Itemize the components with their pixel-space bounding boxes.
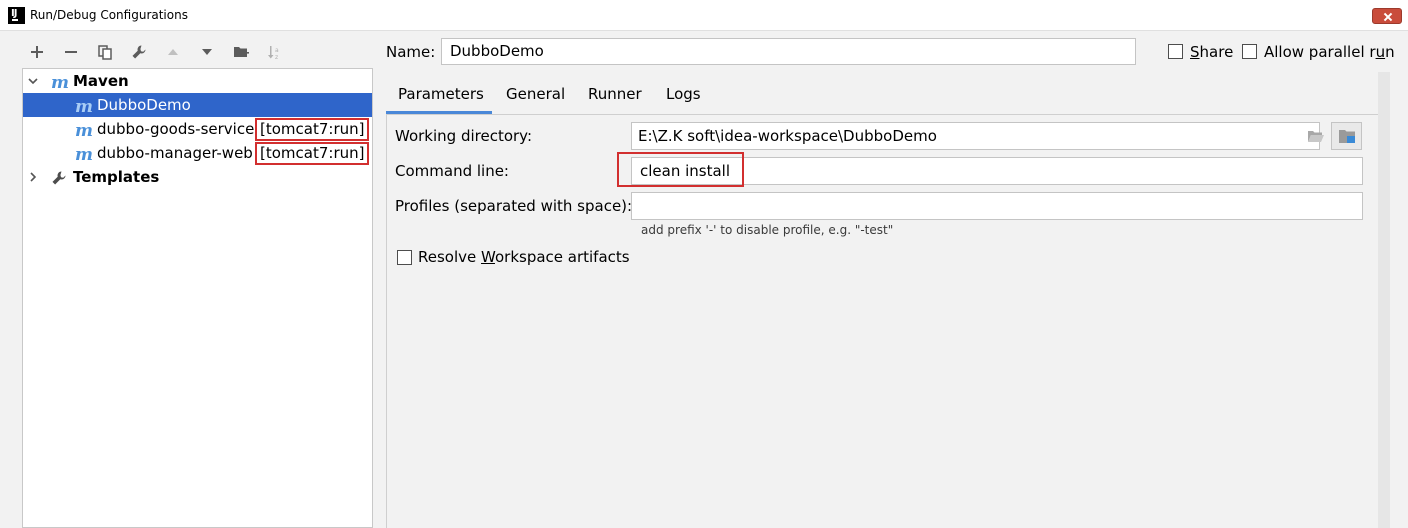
tree-group-templates[interactable]: Templates <box>23 165 372 189</box>
module-folder-icon <box>1339 130 1355 143</box>
working-directory-input[interactable]: E:\Z.K soft\idea-workspace\DubboDemo <box>631 122 1320 150</box>
close-window-button[interactable] <box>1372 8 1402 24</box>
profiles-input[interactable] <box>631 192 1363 220</box>
resolve-workspace-artifacts-checkbox[interactable] <box>397 250 412 265</box>
svg-text:a: a <box>275 47 279 54</box>
add-icon[interactable] <box>24 38 50 66</box>
tree-item-label: dubbo-manager-web <box>97 144 253 162</box>
tab-runner[interactable]: Runner <box>588 80 642 114</box>
tree-item-label: DubboDemo <box>97 96 191 114</box>
window-title: Run/Debug Configurations <box>30 8 188 22</box>
name-label: Name: <box>386 43 436 61</box>
vertical-scrollbar[interactable] <box>1378 72 1390 528</box>
command-line-label: Command line: <box>395 162 509 180</box>
tree-item-label: dubbo-goods-service <box>97 120 255 138</box>
svg-text:z: z <box>275 54 278 60</box>
folder-open-icon[interactable] <box>1307 128 1325 144</box>
select-module-dir-button[interactable] <box>1331 122 1362 150</box>
move-up-icon[interactable] <box>160 38 186 66</box>
remove-icon[interactable] <box>58 38 84 66</box>
tree-group-label: Templates <box>73 168 160 186</box>
tree-group-label: Maven <box>73 72 129 90</box>
move-down-icon[interactable] <box>194 38 220 66</box>
copy-icon[interactable] <box>92 38 118 66</box>
maven-icon: m <box>51 73 69 93</box>
command-line-highlight <box>617 152 744 187</box>
tree-item-goal: [tomcat7:run] <box>255 118 370 141</box>
new-folder-icon[interactable] <box>228 38 254 66</box>
profiles-hint: add prefix '-' to disable profile, e.g. … <box>641 223 894 237</box>
chevron-down-icon[interactable] <box>27 75 39 87</box>
tab-parameters[interactable]: Parameters <box>386 80 492 114</box>
tree-item-dubbo-manager-web[interactable]: m dubbo-manager-web [tomcat7:run] <box>23 141 372 165</box>
tree-group-maven[interactable]: m Maven <box>23 69 372 93</box>
intellij-icon: IJ <box>8 7 25 24</box>
configurations-toolbar: az <box>22 38 372 66</box>
configurations-tree[interactable]: m Maven m DubboDemo m dubbo-goods-servic… <box>22 68 373 528</box>
allow-parallel-run-checkbox[interactable] <box>1242 44 1257 59</box>
maven-icon: m <box>75 145 93 165</box>
maven-icon: m <box>75 97 93 117</box>
profiles-label: Profiles (separated with space): <box>395 197 633 215</box>
tab-general[interactable]: General <box>506 80 565 114</box>
sort-icon[interactable]: az <box>262 38 288 66</box>
parameters-panel: Working directory: E:\Z.K soft\idea-work… <box>386 114 1390 528</box>
tree-item-goal: [tomcat7:run] <box>255 142 370 165</box>
tab-logs[interactable]: Logs <box>666 80 701 114</box>
share-checkbox[interactable] <box>1168 44 1183 59</box>
allow-parallel-run-label[interactable]: Allow parallel run <box>1264 43 1395 61</box>
window-title-bar: IJ Run/Debug Configurations <box>0 0 1408 31</box>
tree-item-dubbo-goods-service[interactable]: m dubbo-goods-service [tomcat7:run] <box>23 117 372 141</box>
resolve-workspace-artifacts-label[interactable]: Resolve Workspace artifacts <box>418 248 630 266</box>
wrench-icon <box>52 171 66 185</box>
edit-defaults-icon[interactable] <box>126 38 152 66</box>
maven-icon: m <box>75 121 93 141</box>
share-label[interactable]: Share <box>1190 43 1233 61</box>
working-directory-label: Working directory: <box>395 127 533 145</box>
name-input[interactable]: DubboDemo <box>441 38 1136 65</box>
chevron-right-icon[interactable] <box>27 171 39 183</box>
tree-item-dubbodemo[interactable]: m DubboDemo <box>23 93 372 117</box>
